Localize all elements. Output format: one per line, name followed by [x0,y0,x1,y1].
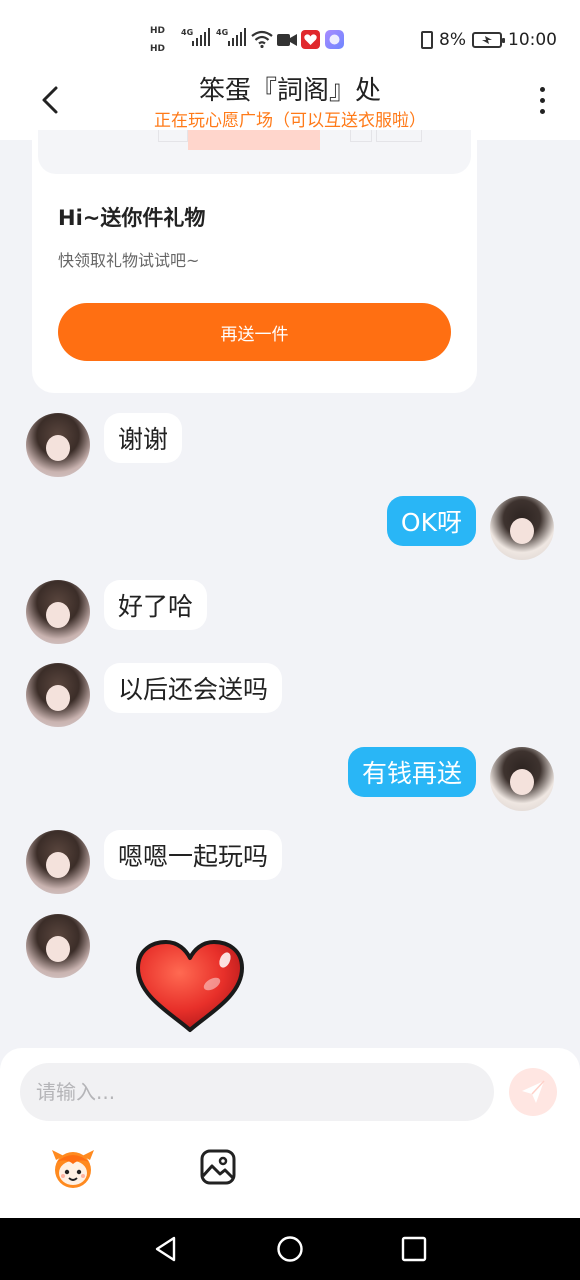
chat-title: 笨蛋『詞阁』处 [198,76,381,106]
self-avatar[interactable] [490,747,554,811]
battery-charging-icon [472,32,505,48]
other-avatar[interactable] [26,663,90,727]
image-icon [200,1149,236,1185]
message-bubble-sent[interactable]: OK呀 [386,496,476,546]
circle-home-icon[interactable] [276,1235,304,1263]
paper-plane-icon [522,1080,545,1103]
send-another-gift-button[interactable]: 再送一件 [58,303,451,361]
message-bubble-received[interactable]: 嗯嗯一起玩吗 [104,830,283,880]
more-vertical-icon [539,86,545,92]
other-avatar[interactable] [26,580,90,644]
image-button[interactable] [199,1148,237,1186]
hd1-badge: HD [150,26,166,36]
hd2-badge: HD [150,44,166,54]
video-camera-icon [277,34,297,46]
more-options-button[interactable] [526,80,558,120]
message-bubble-received[interactable]: 好了哈 [104,580,208,630]
vibrate-icon [421,31,434,49]
app-notification-icon [301,30,320,49]
other-avatar[interactable] [26,914,90,978]
system-navigation-bar [0,1218,580,1280]
heart-sticker[interactable] [132,938,248,1034]
app2-notification-icon [325,30,344,49]
gift-preview [38,130,471,174]
composer [0,1048,580,1218]
message-bubble-received[interactable]: 以后还会送吗 [104,663,283,713]
network-type-2: 4G [216,28,229,37]
battery-percent: 8% [439,30,466,50]
message-input[interactable] [20,1063,494,1121]
signal-2-icon [228,28,246,46]
chat-subtitle[interactable]: 正在玩心愿广场（可以互送衣服啦） [0,106,580,131]
status-right: 8% 10:00 [421,30,557,50]
chat-header: 笨蛋『詞阁』处 正在玩心愿广场（可以互送衣服啦） [0,62,580,140]
gift-description: 快领取礼物试试吧~ [58,251,200,270]
triangle-back-icon[interactable] [152,1235,180,1263]
clock: 10:00 [508,30,557,50]
send-button[interactable] [509,1068,557,1116]
signal-1-icon [192,28,210,46]
square-recent-icon[interactable] [400,1235,428,1263]
gift-card: Hi~送你件礼物 快领取礼物试试吧~ 再送一件 [32,130,477,393]
mascot-emoji-icon [52,1150,94,1188]
message-bubble-sent[interactable]: 有钱再送 [347,747,476,797]
wifi-icon [251,30,273,48]
other-avatar[interactable] [26,413,90,477]
emoji-button[interactable] [48,1146,98,1190]
gift-title: Hi~送你件礼物 [58,206,206,230]
self-avatar[interactable] [490,496,554,560]
other-avatar[interactable] [26,830,90,894]
message-bubble-received[interactable]: 谢谢 [104,413,183,463]
